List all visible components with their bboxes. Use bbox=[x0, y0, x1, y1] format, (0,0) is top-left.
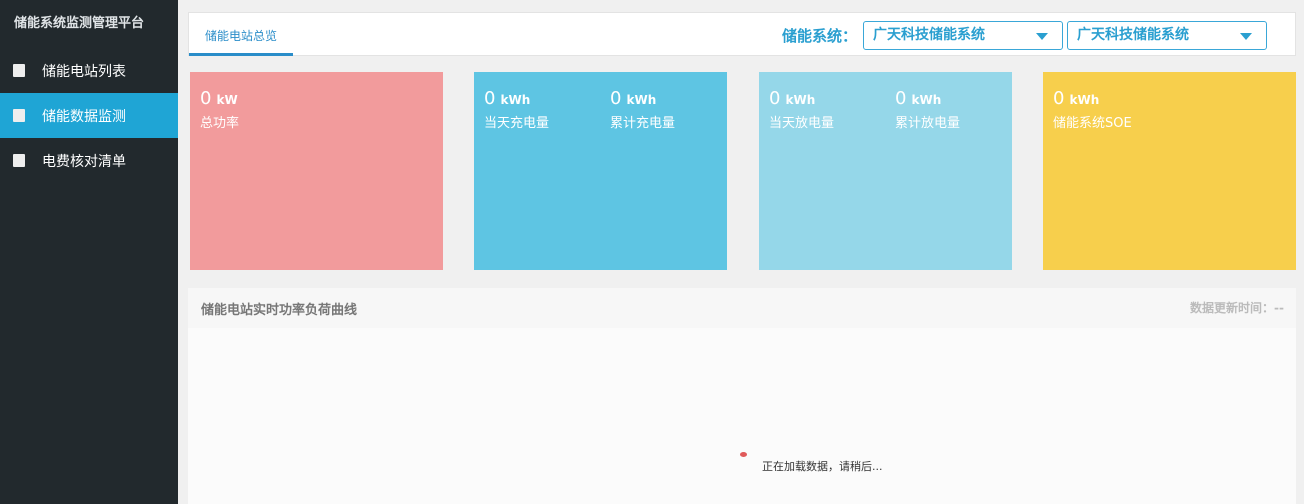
monitor-icon bbox=[13, 109, 25, 122]
sidebar-item-label: 电费核对清单 bbox=[42, 153, 126, 170]
loading-spinner-icon bbox=[740, 452, 747, 457]
tab-station-overview[interactable]: 储能电站总览 bbox=[189, 13, 293, 56]
metric-text: 0 bbox=[484, 88, 496, 109]
chart-title: 储能电站实时功率负荷曲线 bbox=[201, 303, 358, 318]
metric-text: 储能系统SOE bbox=[1053, 116, 1132, 131]
metric-text: kWh bbox=[626, 93, 657, 107]
metric: 0 kWh 储能系统SOE bbox=[1053, 88, 1132, 131]
sidebar-item-fee-check[interactable]: 电费核对清单 bbox=[0, 138, 178, 183]
metric-text: 累计放电量 bbox=[895, 116, 961, 131]
system-label: 储能系统： bbox=[782, 27, 858, 45]
metric-text: 当天充电量 bbox=[484, 116, 550, 131]
sidebar-item-station-list[interactable]: 储能电站列表 bbox=[0, 48, 178, 93]
metric: 0 kWh 累计放电量 bbox=[895, 88, 960, 131]
metric-text: 总功率 bbox=[200, 116, 240, 131]
metric-text: 累计充电量 bbox=[610, 116, 676, 131]
card-charge: 0 kWh 当天充电量 0 kWh 累计充电量 bbox=[474, 72, 727, 270]
app-title: 储能系统监测管理平台 bbox=[14, 16, 145, 31]
system-select-2[interactable]: 广天科技储能系统 bbox=[1067, 21, 1267, 50]
metric-text: kWh bbox=[785, 93, 816, 107]
sidebar-item-label: 储能数据监测 bbox=[42, 108, 126, 125]
card-discharge: 0 kWh 当天放电量 0 kWh 累计放电量 bbox=[759, 72, 1012, 270]
update-time: 数据更新时间：-- bbox=[1190, 301, 1284, 315]
top-bar: 储能电站总览 储能系统： 广天科技储能系统 广天科技储能系统 bbox=[188, 12, 1296, 56]
sidebar-item-label: 储能电站列表 bbox=[42, 63, 126, 80]
document-icon bbox=[13, 64, 25, 77]
metric-text: 0 bbox=[1053, 88, 1065, 109]
metric-text: kW bbox=[216, 93, 238, 107]
metric-text: 0 bbox=[895, 88, 907, 109]
metric-text: 当天放电量 bbox=[769, 116, 835, 131]
select-value: 广天科技储能系统 bbox=[1077, 27, 1189, 43]
main-content: 储能电站总览 储能系统： 广天科技储能系统 广天科技储能系统 0 kW 总功率 0… bbox=[178, 0, 1304, 504]
metric-text: 0 bbox=[610, 88, 622, 109]
caret-down-icon bbox=[1036, 33, 1048, 40]
metric-text: kWh bbox=[911, 93, 942, 107]
metric: 0 kWh 累计充电量 bbox=[610, 88, 675, 131]
metric: 0 kW 总功率 bbox=[200, 88, 239, 131]
system-select-1[interactable]: 广天科技储能系统 bbox=[863, 21, 1063, 50]
metric: 0 kWh 当天放电量 bbox=[769, 88, 834, 131]
metric-text: 0 bbox=[769, 88, 781, 109]
caret-down-icon bbox=[1240, 33, 1252, 40]
metric: 0 kWh 当天充电量 bbox=[484, 88, 549, 131]
metric-text: kWh bbox=[500, 93, 531, 107]
metric-text: 0 bbox=[200, 88, 212, 109]
sidebar: 储能系统监测管理平台 储能电站列表 储能数据监测 电费核对清单 bbox=[0, 0, 178, 504]
card-soe: 0 kWh 储能系统SOE bbox=[1043, 72, 1296, 270]
metric-text: kWh bbox=[1069, 93, 1100, 107]
sidebar-item-data-monitor[interactable]: 储能数据监测 bbox=[0, 93, 178, 138]
card-total-power: 0 kW 总功率 bbox=[190, 72, 443, 270]
copy-icon bbox=[13, 154, 25, 167]
power-load-chart-panel: 储能电站实时功率负荷曲线 数据更新时间：-- 正在加载数据，请稍后... bbox=[188, 288, 1296, 504]
loading-text: 正在加载数据，请稍后... bbox=[762, 460, 883, 473]
select-value: 广天科技储能系统 bbox=[873, 27, 985, 43]
chart-area: 正在加载数据，请稍后... bbox=[188, 328, 1296, 504]
